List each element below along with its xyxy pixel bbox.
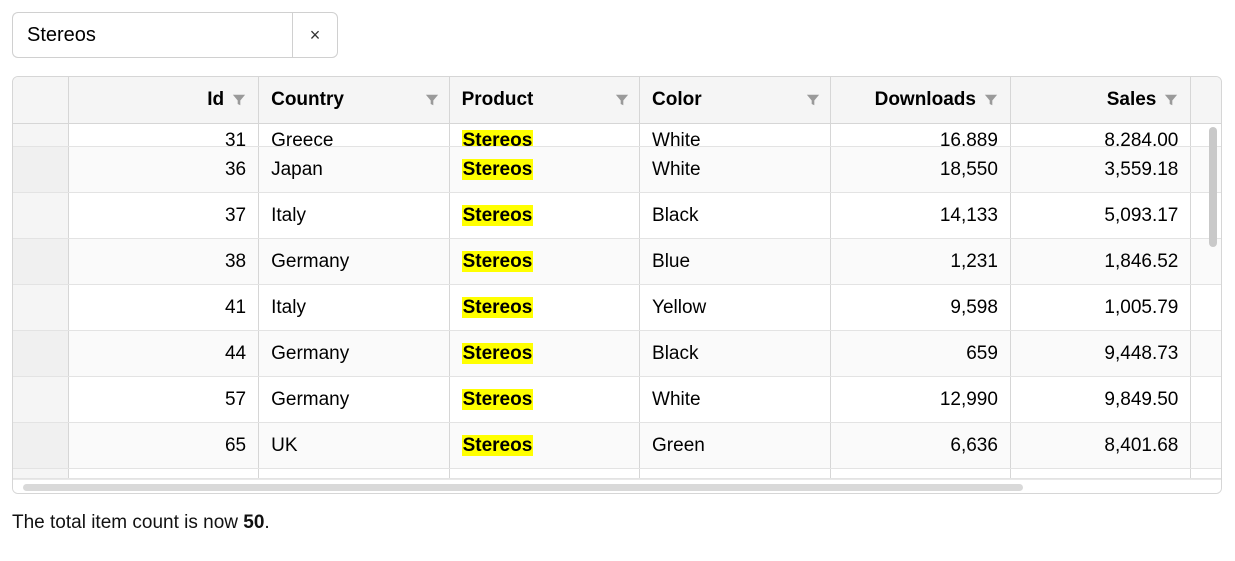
cell-sales: 5,093.17 bbox=[1104, 205, 1178, 226]
cell-downloads: 659 bbox=[966, 343, 998, 364]
search-input[interactable] bbox=[12, 12, 292, 58]
filter-icon[interactable] bbox=[615, 93, 629, 107]
scrollbar-thumb[interactable] bbox=[23, 484, 1023, 491]
data-grid: Id Country Product bbox=[12, 76, 1222, 494]
cell-sales: 9,849.50 bbox=[1104, 389, 1178, 410]
search-bar: × bbox=[12, 12, 1223, 58]
cell-color: Yellow bbox=[652, 297, 706, 318]
table-row[interactable]: 37 Italy Stereos Black 14,133 5,093.17 bbox=[13, 193, 1221, 239]
cell-country: Greece bbox=[271, 130, 333, 147]
cell-id: 44 bbox=[225, 343, 246, 364]
cell-id: 36 bbox=[225, 159, 246, 180]
cell-country: Germany bbox=[271, 389, 349, 410]
close-icon: × bbox=[310, 26, 321, 44]
column-label: Sales bbox=[1107, 89, 1157, 111]
column-label: Product bbox=[462, 89, 534, 111]
cell-id: 65 bbox=[225, 435, 246, 456]
column-label: Country bbox=[271, 89, 344, 111]
column-label: Id bbox=[207, 89, 224, 111]
cell-id: 41 bbox=[225, 297, 246, 318]
cell-product: Stereos bbox=[462, 251, 534, 272]
cell-downloads: 9,598 bbox=[950, 297, 998, 318]
row-header-column[interactable] bbox=[13, 77, 68, 123]
cell-color: Black bbox=[652, 205, 698, 226]
cell-product: Stereos bbox=[462, 389, 534, 410]
cell-country: Italy bbox=[271, 297, 306, 318]
cell-product: Stereos bbox=[462, 205, 534, 226]
cell-sales: 9,448.73 bbox=[1104, 343, 1178, 364]
column-label: Downloads bbox=[875, 89, 976, 111]
cell-downloads: 14,133 bbox=[940, 205, 998, 226]
column-header-product[interactable]: Product bbox=[449, 77, 639, 123]
filter-icon[interactable] bbox=[806, 93, 820, 107]
column-header-country[interactable]: Country bbox=[259, 77, 449, 123]
column-header-sales[interactable]: Sales bbox=[1010, 77, 1190, 123]
cell-country: Germany bbox=[271, 343, 349, 364]
cell-id: 57 bbox=[225, 389, 246, 410]
cell-country: Japan bbox=[271, 159, 323, 180]
cell-downloads: 18,550 bbox=[940, 159, 998, 180]
cell-country: Italy bbox=[271, 205, 306, 226]
table-row[interactable]: 65 UK Stereos Green 6,636 8,401.68 bbox=[13, 423, 1221, 469]
cell-color: White bbox=[652, 159, 701, 180]
table-row[interactable]: 44 Germany Stereos Black 659 9,448.73 bbox=[13, 331, 1221, 377]
cell-country: Germany bbox=[271, 251, 349, 272]
scrollbar-thumb[interactable] bbox=[1209, 127, 1217, 247]
cell-color: White bbox=[652, 389, 701, 410]
cell-color: Blue bbox=[652, 251, 690, 272]
cell-id: 37 bbox=[225, 205, 246, 226]
cell-color: White bbox=[652, 130, 701, 147]
filter-icon[interactable] bbox=[232, 93, 246, 107]
vertical-scrollbar[interactable] bbox=[1209, 127, 1217, 287]
table-row[interactable]: 36 Japan Stereos White 18,550 3,559.18 bbox=[13, 147, 1221, 193]
table-row[interactable]: 41 Italy Stereos Yellow 9,598 1,005.79 bbox=[13, 285, 1221, 331]
table-row[interactable]: 38 Germany Stereos Blue 1,231 1,846.52 bbox=[13, 239, 1221, 285]
cell-color: Green bbox=[652, 435, 705, 456]
cell-product: Stereos bbox=[462, 435, 534, 456]
table-row bbox=[13, 469, 1221, 479]
cell-downloads: 12,990 bbox=[940, 389, 998, 410]
filter-icon[interactable] bbox=[984, 93, 998, 107]
cell-sales: 1,005.79 bbox=[1104, 297, 1178, 318]
clear-search-button[interactable]: × bbox=[292, 12, 338, 58]
cell-sales: 3,559.18 bbox=[1104, 159, 1178, 180]
cell-id: 38 bbox=[225, 251, 246, 272]
cell-product: Stereos bbox=[462, 159, 534, 180]
cell-color: Black bbox=[652, 343, 698, 364]
filter-icon[interactable] bbox=[425, 93, 439, 107]
item-count-note: The total item count is now 50. bbox=[12, 512, 1223, 534]
column-header-spacer bbox=[1191, 77, 1221, 123]
cell-downloads: 6,636 bbox=[950, 435, 998, 456]
filter-icon[interactable] bbox=[1164, 93, 1178, 107]
column-header-downloads[interactable]: Downloads bbox=[830, 77, 1010, 123]
cell-country: UK bbox=[271, 435, 297, 456]
header-row: Id Country Product bbox=[13, 77, 1221, 123]
cell-product: Stereos bbox=[462, 130, 534, 147]
cell-id: 31 bbox=[225, 130, 246, 147]
cell-product: Stereos bbox=[462, 297, 534, 318]
cell-sales: 8,401.68 bbox=[1104, 435, 1178, 456]
cell-sales: 8,284.00 bbox=[1104, 130, 1178, 147]
column-label: Color bbox=[652, 89, 702, 111]
table-row[interactable]: 31 Greece Stereos White 16,889 8,284.00 bbox=[13, 123, 1221, 147]
cell-downloads: 16,889 bbox=[940, 130, 998, 147]
cell-downloads: 1,231 bbox=[950, 251, 998, 272]
cell-product: Stereos bbox=[462, 343, 534, 364]
cell-sales: 1,846.52 bbox=[1104, 251, 1178, 272]
horizontal-scrollbar[interactable] bbox=[13, 479, 1221, 493]
column-header-color[interactable]: Color bbox=[640, 77, 830, 123]
column-header-id[interactable]: Id bbox=[68, 77, 258, 123]
table-row[interactable]: 57 Germany Stereos White 12,990 9,849.50 bbox=[13, 377, 1221, 423]
